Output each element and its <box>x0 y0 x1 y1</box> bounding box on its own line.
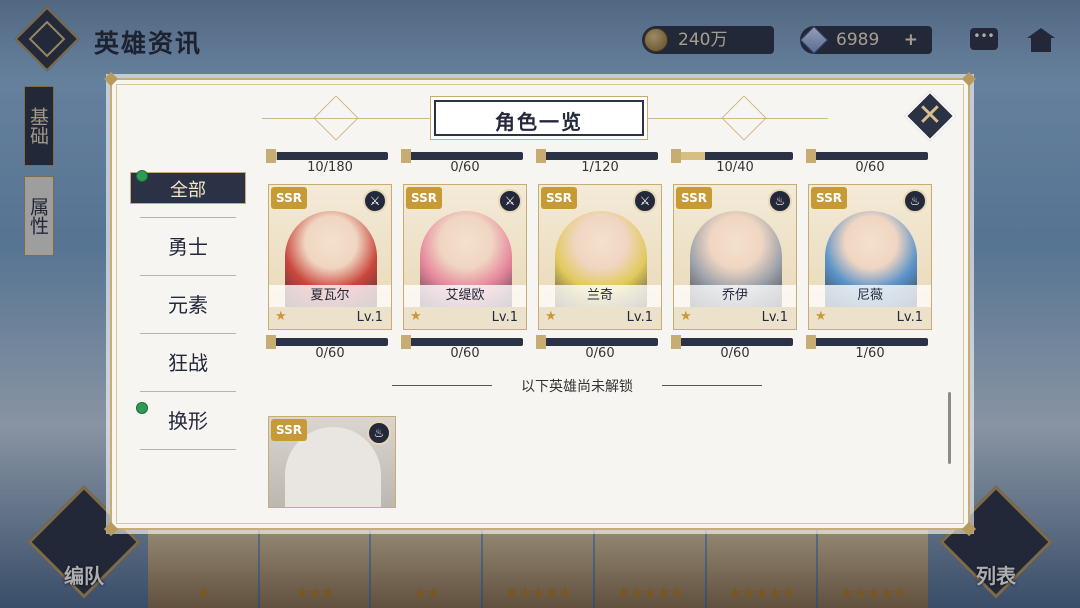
level-bar: ★ Lv.1 <box>539 307 661 329</box>
hero-card[interactable]: 1/120 SSR ⚔ 兰奇 ★ Lv.1 0/60 <box>536 149 662 364</box>
rarity-badge: SSR <box>811 187 847 209</box>
category-label: 勇士 <box>168 235 208 259</box>
rarity-badge: SSR <box>271 187 307 209</box>
category-separator <box>140 449 236 450</box>
category-label: 狂战 <box>168 351 208 375</box>
hero-card[interactable]: 0/60 SSR ⚔ 艾缇欧 ★ Lv.1 0/60 <box>401 149 527 364</box>
hero-level: Lv.1 <box>761 310 788 325</box>
flame-icon: ♨ <box>903 189 927 213</box>
awaken-progress-text: 0/60 <box>720 346 750 361</box>
rarity-badge: SSR <box>541 187 577 209</box>
awaken-progress-bar <box>806 335 928 349</box>
header-ornament <box>721 95 767 141</box>
level-bar: ★ Lv.1 <box>674 307 796 329</box>
progress-fill <box>675 152 705 160</box>
close-icon: ✕ <box>917 98 943 133</box>
category-item[interactable]: 全部 <box>116 160 260 218</box>
hero-level: Lv.1 <box>626 310 653 325</box>
hero-name: 兰奇 <box>539 285 661 307</box>
hero-name: 尼薇 <box>809 285 931 307</box>
hero-name: 艾缇欧 <box>404 285 526 307</box>
awaken-progress-bar <box>536 335 658 349</box>
progress-fill <box>540 152 541 160</box>
awaken-progress-bar <box>401 335 523 349</box>
hero-name: 乔伊 <box>674 285 796 307</box>
hero-name: 夏瓦尔 <box>269 285 391 307</box>
shard-progress-text: 0/60 <box>855 160 885 175</box>
awaken-progress-text: 1/60 <box>855 346 885 361</box>
flame-icon: ♨ <box>768 189 792 213</box>
category-label: 全部 <box>170 180 206 201</box>
hero-portrait[interactable]: SSR ♨ 尼薇 ★ Lv.1 <box>808 184 932 330</box>
progress-fill <box>270 152 277 160</box>
progress-fill <box>810 338 812 346</box>
shard-progress-text: 1/120 <box>581 160 619 175</box>
awaken-progress-bar <box>671 335 793 349</box>
category-item[interactable]: 元素 <box>116 276 260 334</box>
rarity-badge: SSR <box>676 187 712 209</box>
axe-icon: ⚔ <box>363 189 387 213</box>
shard-progress-bar <box>266 149 388 163</box>
shard-progress-bar <box>401 149 523 163</box>
hero-card[interactable]: 10/40 SSR ♨ 乔伊 ★ Lv.1 0/60 <box>671 149 797 364</box>
shard-progress-bar <box>806 149 928 163</box>
hero-level: Lv.1 <box>491 310 518 325</box>
rarity-badge: SSR <box>271 419 307 441</box>
star-icon: ★ <box>680 309 692 324</box>
awaken-progress-bar <box>266 335 388 349</box>
unlock-label: 以下英雄尚未解锁 <box>521 379 633 395</box>
axe-icon: ⚔ <box>633 189 657 213</box>
star-icon: ★ <box>815 309 827 324</box>
locked-hero-card[interactable]: SSR ♨ <box>268 416 396 508</box>
new-indicator-dot <box>136 170 148 182</box>
hero-portrait[interactable]: SSR ♨ 乔伊 ★ Lv.1 <box>673 184 797 330</box>
shard-progress-text: 10/40 <box>716 160 754 175</box>
hero-card[interactable]: 0/60 SSR ♨ 尼薇 ★ Lv.1 1/60 <box>806 149 932 364</box>
rarity-badge: SSR <box>406 187 442 209</box>
category-item[interactable]: 换形 <box>116 392 260 450</box>
shard-progress-text: 0/60 <box>450 160 480 175</box>
unlock-divider: 以下英雄尚未解锁 <box>392 376 762 395</box>
star-icon: ★ <box>275 309 287 324</box>
category-label: 元素 <box>168 293 208 317</box>
star-icon: ★ <box>410 309 422 324</box>
level-bar: ★ Lv.1 <box>809 307 931 329</box>
hero-level: Lv.1 <box>896 310 923 325</box>
awaken-progress-text: 0/60 <box>315 346 345 361</box>
shard-progress-bar <box>536 149 658 163</box>
hero-portrait[interactable]: SSR ⚔ 夏瓦尔 ★ Lv.1 <box>268 184 392 330</box>
scrollbar[interactable] <box>948 392 951 464</box>
flame-icon: ♨ <box>367 421 391 445</box>
hero-card[interactable]: 10/180 SSR ⚔ 夏瓦尔 ★ Lv.1 0/60 <box>266 149 392 364</box>
header-ornament <box>313 95 359 141</box>
awaken-progress-text: 0/60 <box>450 346 480 361</box>
hero-portrait[interactable]: SSR ⚔ 兰奇 ★ Lv.1 <box>538 184 662 330</box>
hero-level: Lv.1 <box>356 310 383 325</box>
shard-progress-text: 10/180 <box>307 160 353 175</box>
category-label: 换形 <box>168 409 208 433</box>
dialog-title: 角色一览 <box>495 110 583 134</box>
shard-progress-bar <box>671 149 793 163</box>
level-bar: ★ Lv.1 <box>404 307 526 329</box>
category-item[interactable]: 勇士 <box>116 218 260 276</box>
hero-portrait[interactable]: SSR ⚔ 艾缇欧 ★ Lv.1 <box>403 184 527 330</box>
level-bar: ★ Lv.1 <box>269 307 391 329</box>
axe-icon: ⚔ <box>498 189 522 213</box>
category-item[interactable]: 狂战 <box>116 334 260 392</box>
category-menu: 全部勇士元素狂战换形 <box>116 160 260 450</box>
new-indicator-dot <box>136 402 148 414</box>
dialog-header: 角色一览 <box>434 100 644 136</box>
character-list-dialog: 角色一览 ✕ 全部 勇士 元素 狂战 换形 10/180 SSR ⚔ 夏瓦尔 ★ Lv.1 0/60… <box>103 71 977 537</box>
star-icon: ★ <box>545 309 557 324</box>
awaken-progress-text: 0/60 <box>585 346 615 361</box>
